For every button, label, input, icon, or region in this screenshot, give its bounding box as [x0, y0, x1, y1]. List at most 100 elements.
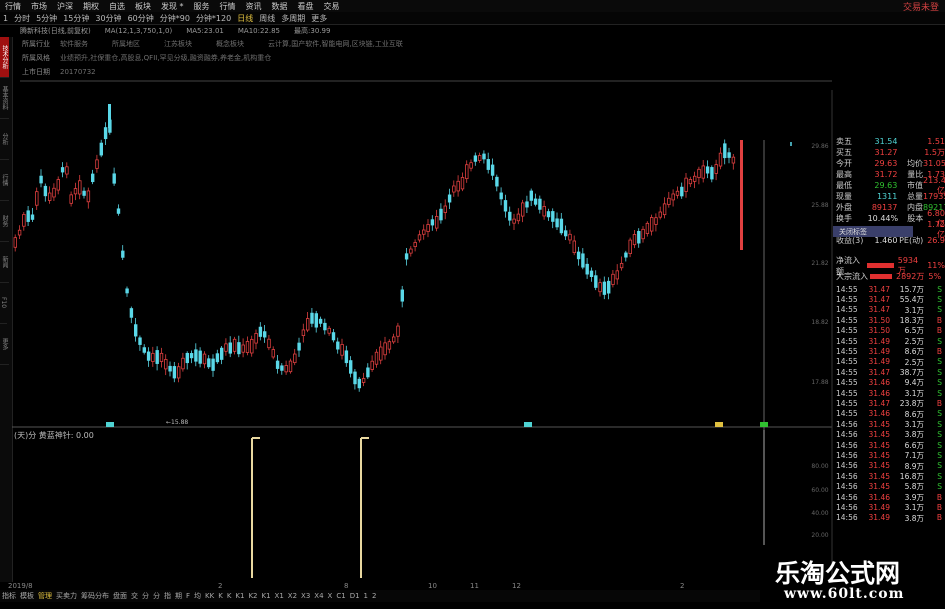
- candle-body: [456, 180, 460, 192]
- watermark-url: www.60lt.com: [784, 586, 905, 602]
- quote-value: 10.44%: [867, 214, 899, 223]
- sub-axis-label: 60.00: [811, 487, 828, 494]
- candle-body: [675, 190, 680, 196]
- tick-row: 14:56 31.45 6.6万 S: [833, 440, 945, 450]
- bottom-tab[interactable]: 1: [362, 592, 370, 600]
- quote-label: 换手: [836, 214, 852, 223]
- period-tab[interactable]: 1: [0, 14, 11, 23]
- tick-price: 31.46: [868, 409, 890, 419]
- bottom-tab[interactable]: K2: [246, 592, 259, 600]
- date-label: 2: [680, 582, 685, 590]
- candle-body: [693, 175, 697, 182]
- price-axis-label: 17.88: [811, 379, 828, 386]
- candle-body: [680, 186, 684, 197]
- tick-time: 14:56: [836, 419, 858, 429]
- candle-body: [581, 253, 585, 268]
- bottom-tab[interactable]: K: [216, 592, 225, 600]
- candle-body: [250, 338, 254, 354]
- candle-body: [151, 352, 155, 362]
- tick-volume: 2.5万: [904, 336, 924, 346]
- bottom-tab[interactable]: KK: [203, 592, 216, 600]
- candle-body: [366, 367, 370, 378]
- sidebar-tab[interactable]: 基本资料: [0, 78, 9, 119]
- bottom-tab[interactable]: K1: [233, 592, 246, 600]
- bottom-tab[interactable]: 模板: [18, 591, 36, 601]
- candle-body: [82, 190, 86, 196]
- candle-body: [172, 366, 177, 379]
- bottom-tab[interactable]: 期: [173, 591, 184, 601]
- tick-volume: 38.7万: [899, 367, 924, 377]
- candle-body: [710, 167, 714, 180]
- candle-body: [705, 166, 710, 174]
- bottom-tab[interactable]: 交: [129, 591, 140, 601]
- bottom-tab[interactable]: X2: [286, 592, 299, 600]
- sidebar-tab[interactable]: 更多: [0, 324, 9, 365]
- bottom-tab[interactable]: 买卖力: [54, 591, 79, 601]
- candle-body: [662, 203, 667, 216]
- bottom-tab[interactable]: X: [326, 592, 335, 600]
- bottom-tab[interactable]: 管理: [36, 591, 54, 601]
- tick-volume: 16.8万: [899, 471, 924, 481]
- sidebar-tab[interactable]: F10: [0, 283, 7, 324]
- bottom-tab[interactable]: 均: [192, 591, 203, 601]
- bottom-tab[interactable]: 分: [140, 591, 151, 601]
- date-label: 8: [344, 582, 349, 590]
- tick-price: 31.47: [868, 295, 890, 305]
- bottom-tab[interactable]: F: [184, 592, 192, 600]
- tick-time: 14:55: [836, 367, 858, 377]
- bottom-tab[interactable]: 2: [370, 592, 378, 600]
- candle-body: [267, 338, 271, 349]
- candle-body: [164, 359, 168, 370]
- bottom-tab[interactable]: X4: [312, 592, 325, 600]
- candle-body: [516, 213, 521, 222]
- candle-body: [731, 156, 736, 164]
- bottom-tab[interactable]: K: [225, 592, 234, 600]
- candle-body: [142, 347, 146, 353]
- tick-time: 14:56: [836, 430, 858, 440]
- sidebar-tab[interactable]: 新闻: [0, 242, 9, 283]
- quote-label: 最低: [836, 181, 852, 190]
- candle-body: [48, 192, 52, 201]
- bottom-tab[interactable]: 分: [151, 591, 162, 601]
- bottom-tab[interactable]: 筹码分布: [79, 591, 111, 601]
- candle-body: [619, 263, 624, 269]
- sidebar-tab[interactable]: 行情: [0, 160, 9, 201]
- close-tag-popup[interactable]: 关闭标签: [833, 226, 913, 237]
- bottom-tab[interactable]: X3: [299, 592, 312, 600]
- bottom-tab[interactable]: C1: [334, 592, 347, 600]
- tick-row: 14:55 31.50 6.5万 B: [833, 326, 945, 336]
- sidebar-tab[interactable]: 财务: [0, 201, 9, 242]
- candle-body: [697, 168, 701, 179]
- tick-direction: S: [937, 367, 942, 377]
- event-marker: [715, 422, 723, 427]
- flow-percent: 5%: [928, 272, 942, 281]
- quote-label: 内盘: [907, 203, 923, 212]
- flow-row: 净流入额 5934万 11%: [833, 256, 945, 276]
- sidebar-tab[interactable]: 技术分析: [0, 37, 9, 78]
- bottom-tab[interactable]: 指: [162, 591, 173, 601]
- candle-body: [181, 357, 185, 370]
- tick-price: 31.49: [868, 347, 890, 357]
- kline-chart[interactable]: 29.86 25.88 21.82 18.82 17.88 80.00 60.00 40.00…: [12, 0, 945, 609]
- candle-body: [404, 253, 409, 260]
- candle-body: [254, 333, 258, 344]
- flow-label: 大宗流入: [836, 272, 868, 281]
- tick-row: 14:56 31.45 3.8万 S: [833, 430, 945, 440]
- candle-body: [224, 343, 228, 352]
- tick-volume: 23.8万: [899, 399, 924, 409]
- bottom-tab[interactable]: 盘面: [111, 591, 129, 601]
- candle-body: [542, 206, 546, 217]
- bottom-tab[interactable]: D1: [348, 592, 362, 600]
- bottom-tab[interactable]: 指标: [0, 591, 18, 601]
- bottom-tab[interactable]: X1: [273, 592, 286, 600]
- candle-body: [525, 201, 529, 208]
- candle-body: [538, 198, 542, 210]
- candle-body: [422, 229, 426, 235]
- candle-body: [684, 177, 688, 192]
- sidebar-tab[interactable]: 分析: [0, 119, 9, 160]
- candle-body: [383, 342, 387, 356]
- quote-label: 外盘: [836, 203, 852, 212]
- tick-row: 14:56 31.45 8.9万 S: [833, 461, 945, 471]
- bottom-tab[interactable]: K1: [260, 592, 273, 600]
- candle-body: [194, 349, 198, 362]
